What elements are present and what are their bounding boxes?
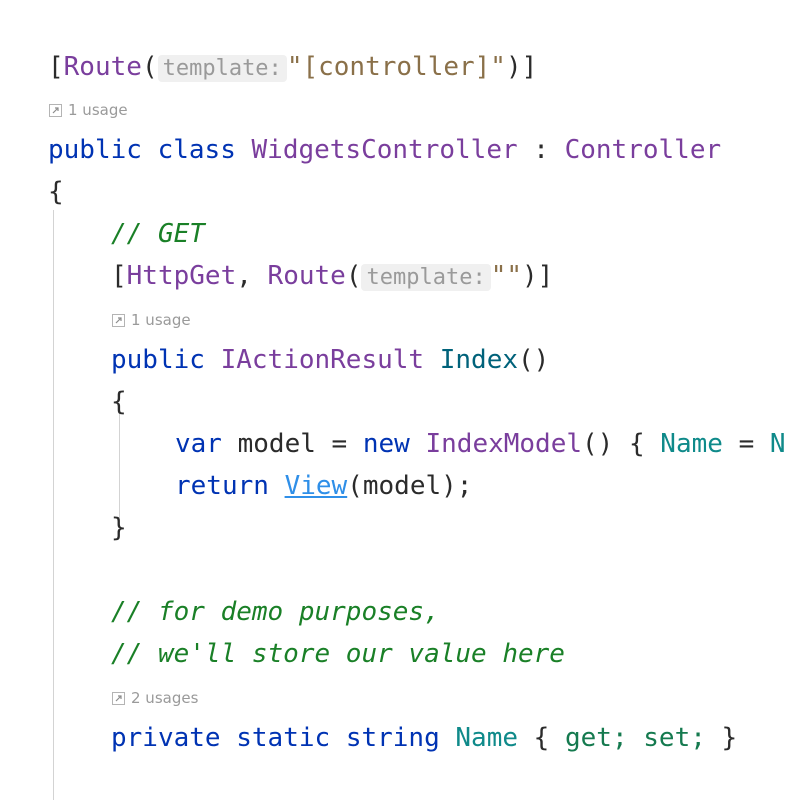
line-route-attribute[interactable]: [Route(template: "[controller]")]: [48, 46, 537, 88]
token-variable-model: model: [221, 429, 332, 459]
token-modifier-private: private: [111, 723, 221, 753]
token-initializer-property-name: Name: [660, 429, 723, 459]
token-close-attribute: )]: [522, 261, 554, 291]
line-return-view[interactable]: return View(model);: [175, 465, 472, 507]
token-attribute-httpget: HttpGet: [126, 261, 237, 291]
token-return-type: IActionResult: [220, 345, 425, 375]
token-string-controller: "[controller]": [286, 52, 506, 82]
token-property-close-brace: }: [721, 723, 738, 753]
token-space-3: [440, 723, 456, 753]
token-keyword-var: var: [175, 429, 222, 459]
line-index-open-brace[interactable]: {: [111, 381, 127, 423]
token-string-empty: "": [490, 261, 523, 291]
usage-hint-class[interactable]: 1 usage: [49, 100, 128, 120]
token-parens: (): [582, 429, 629, 459]
line-class-open-brace[interactable]: {: [48, 171, 64, 213]
token-type-indexmodel: IndexModel: [409, 429, 583, 459]
token-keyword-return: return: [175, 471, 269, 501]
token-open-bracket: [: [48, 52, 64, 82]
token-space-1: [142, 135, 158, 165]
token-attribute-route: Route: [63, 52, 142, 82]
token-class-name: WidgetsController: [251, 135, 518, 165]
line-comment-demo-1[interactable]: // for demo purposes,: [111, 591, 440, 633]
token-property-name: Name: [455, 723, 519, 753]
token-base-class: Controller: [564, 135, 722, 165]
line-index-close-brace[interactable]: }: [111, 507, 127, 549]
token-space-4: [628, 723, 644, 753]
token-method-name: Index: [439, 345, 519, 375]
line-index-signature[interactable]: public IActionResult Index(): [111, 339, 549, 381]
token-space-1: [269, 471, 285, 501]
token-close-attribute: )]: [505, 52, 538, 82]
token-comment: // we'll store our value here: [111, 639, 565, 669]
usage-hint-index[interactable]: 1 usage: [112, 310, 191, 330]
token-comment: // GET: [111, 219, 205, 249]
indent-guide-level-1: [53, 210, 54, 800]
token-modifier-public: public: [111, 345, 205, 375]
token-inherit-colon: :: [517, 135, 565, 165]
token-equals: =: [331, 429, 363, 459]
usage-hint-name[interactable]: 2 usages: [112, 688, 198, 708]
code-editor-view[interactable]: [Route(template: "[controller]")] 1 usage…: [0, 0, 800, 800]
token-open-paren: (: [345, 261, 362, 291]
line-httpget-attribute[interactable]: [HttpGet, Route(template: "")]: [111, 255, 553, 297]
token-accessor-set: set;: [643, 723, 706, 753]
token-attribute-route: Route: [267, 261, 346, 291]
usage-hint-label: 1 usage: [131, 311, 191, 329]
token-keyword-new: new: [362, 429, 410, 459]
usage-arrow-icon: [112, 691, 125, 705]
token-space-1: [205, 345, 221, 375]
token-comment: // for demo purposes,: [111, 597, 440, 627]
token-method-open-brace: {: [111, 387, 127, 417]
view-method-link[interactable]: View: [285, 471, 348, 501]
token-initializer-value-clipped: N: [769, 429, 786, 459]
token-open-paren: (: [141, 52, 158, 82]
token-parens: (): [518, 345, 550, 375]
token-initializer-open-brace: {: [628, 429, 661, 459]
token-method-close-brace: }: [111, 513, 127, 543]
token-modifier-static: static: [236, 723, 331, 753]
token-space-2: [236, 135, 252, 165]
token-open-bracket: [: [111, 261, 127, 291]
usage-hint-label: 1 usage: [68, 101, 128, 119]
token-accessor-get: get;: [564, 723, 628, 753]
token-modifier-public: public: [48, 135, 142, 165]
token-space-5: [706, 723, 722, 753]
token-view-args: (model);: [347, 471, 473, 501]
parameter-hint-template: template:: [361, 264, 491, 291]
usage-arrow-icon: [49, 103, 62, 117]
line-name-property[interactable]: private static string Name { get; set; }: [111, 717, 737, 759]
token-property-open-brace: {: [518, 723, 565, 753]
token-comma: ,: [236, 261, 268, 291]
line-comment-demo-2[interactable]: // we'll store our value here: [111, 633, 565, 675]
token-space-1: [221, 723, 237, 753]
indent-guide-level-2: [119, 410, 120, 518]
line-class-declaration[interactable]: public class WidgetsController : Control…: [48, 129, 721, 171]
line-var-model[interactable]: var model = new IndexModel() { Name = N: [175, 423, 786, 465]
line-comment-get[interactable]: // GET: [111, 213, 205, 255]
token-space-2: [330, 723, 346, 753]
token-space-2: [424, 345, 440, 375]
token-keyword-class: class: [157, 135, 236, 165]
token-class-open-brace: {: [48, 177, 64, 207]
usage-hint-label: 2 usages: [131, 689, 199, 707]
token-type-string: string: [345, 723, 440, 753]
parameter-hint-template: template:: [157, 55, 287, 82]
token-initializer-assign: =: [722, 429, 770, 459]
usage-arrow-icon: [112, 313, 125, 327]
